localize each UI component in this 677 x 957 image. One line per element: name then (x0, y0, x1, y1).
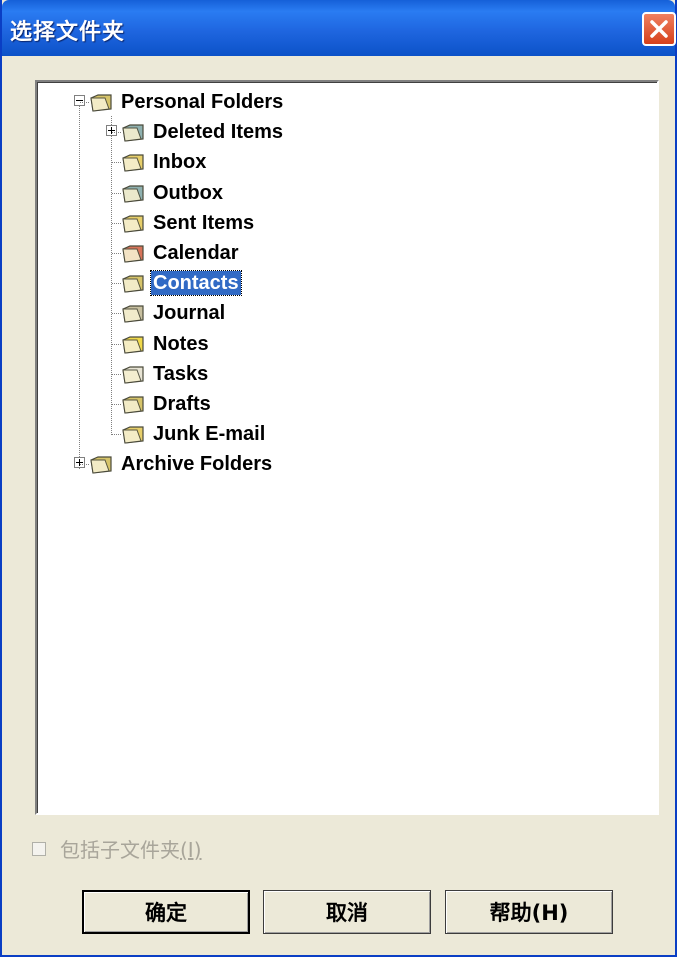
cancel-button[interactable]: 取消 (263, 890, 431, 934)
help-button[interactable]: 帮助(H) (445, 890, 613, 934)
tree-item-label: Outbox (153, 181, 223, 204)
folder-tree[interactable]: Personal Folders Deleted Items Inbox Outbox… (35, 80, 659, 815)
tree-connector-branch (112, 253, 121, 254)
collapse-personal-folders-toggle[interactable] (74, 95, 85, 106)
tree-item-label: Tasks (153, 362, 209, 385)
trash-icon (121, 121, 145, 143)
tree-connector-branch (112, 162, 121, 164)
tree-connector-branch (112, 192, 121, 194)
calendar-icon (121, 242, 145, 264)
tree-item-journal[interactable]: Journal (121, 299, 227, 327)
tree-connector-branch (112, 283, 121, 285)
tree-item-label: Deleted Items (153, 121, 284, 144)
include-subfolders-label: 包括子文件夹(I) (60, 838, 202, 862)
tree-item-label: Journal (153, 302, 226, 325)
ok-button[interactable]: 确定 (82, 890, 250, 934)
tree-item-label: Calendar (153, 242, 239, 264)
tree-item-calendar[interactable]: Calendar (121, 239, 241, 267)
contacts-icon (121, 272, 145, 294)
outbox-icon (121, 182, 145, 204)
tree-item-label: Contacts (150, 270, 242, 297)
close-button[interactable] (642, 12, 676, 46)
inbox-icon (121, 151, 145, 173)
tree-connector-branch (112, 313, 121, 315)
tree-item-label: Junk E-mail (153, 423, 266, 446)
notes-icon (121, 333, 145, 355)
tree-item-label: Notes (153, 332, 209, 355)
select-folder-dialog: 选择文件夹 Personal Folders Deleted Items Inbox… (0, 0, 677, 957)
tree-connector-branch (112, 222, 121, 224)
tree-item-contacts[interactable]: Contacts (121, 269, 242, 297)
tree-item-tasks[interactable]: Tasks (121, 360, 210, 388)
tree-item-label: Drafts (153, 393, 211, 415)
sent-items-icon (121, 212, 145, 234)
tree-item-label: Archive Folders (121, 453, 273, 476)
tree-item-personal-folders[interactable]: Personal Folders (89, 88, 285, 116)
tree-item-label: Inbox (153, 151, 207, 174)
tree-item-notes[interactable]: Notes (121, 330, 211, 358)
tree-item-label: Sent Items (153, 211, 255, 234)
tree-connector-branch (112, 404, 121, 405)
drafts-icon (121, 393, 145, 415)
tree-connector-branch (112, 132, 121, 134)
expand-deleted-items-toggle[interactable] (106, 125, 117, 136)
tree-item-junk-e-mail[interactable]: Junk E-mail (121, 420, 267, 448)
expand-archive-folders-toggle[interactable] (74, 457, 85, 468)
tree-connector-branch (80, 464, 89, 466)
tree-connector-branch (112, 373, 121, 375)
tree-connector-branch (80, 102, 89, 103)
tasks-icon (121, 363, 145, 385)
tree-item-archive-folders[interactable]: Archive Folders (89, 450, 274, 478)
personal-folders-icon (89, 91, 113, 113)
close-icon (650, 20, 668, 38)
tree-item-drafts[interactable]: Drafts (121, 390, 213, 418)
tree-item-inbox[interactable]: Inbox (121, 148, 208, 176)
tree-item-sent-items[interactable]: Sent Items (121, 209, 256, 237)
tree-item-outbox[interactable]: Outbox (121, 179, 225, 207)
journal-icon (121, 302, 145, 324)
dialog-title: 选择文件夹 (10, 20, 126, 45)
tree-connector-branch (112, 434, 121, 436)
junk-email-icon (121, 423, 145, 445)
tree-item-deleted-items[interactable]: Deleted Items (121, 118, 285, 146)
tree-connector-branch (112, 343, 121, 345)
archive-folders-icon (89, 453, 113, 475)
title-bar[interactable]: 选择文件夹 (2, 0, 676, 56)
tree-connector-children (111, 116, 112, 435)
tree-connector-root (79, 102, 80, 469)
tree-item-label: Personal Folders (121, 91, 284, 113)
include-subfolders-checkbox[interactable] (32, 841, 46, 856)
include-subfolders-option[interactable]: 包括子文件夹(I) (32, 834, 202, 863)
